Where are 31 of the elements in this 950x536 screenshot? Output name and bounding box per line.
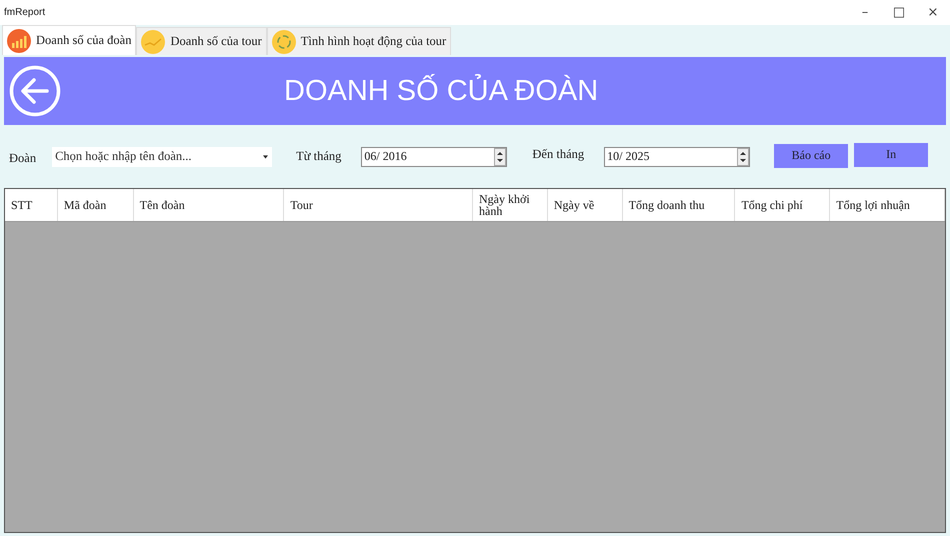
spinner-icon <box>737 148 750 166</box>
column-header[interactable]: Tổng doanh thu <box>622 189 736 221</box>
spinner-icon <box>494 148 506 166</box>
window-title: fmReport <box>4 7 46 18</box>
column-header[interactable]: Tổng chi phí <box>735 189 830 221</box>
window-control-button[interactable]: – <box>848 2 882 24</box>
column-header[interactable]: Ngày khởi hành <box>473 189 548 221</box>
column-header[interactable]: Tổng lợi nhuận <box>830 189 945 221</box>
page-title: DOANH SỐ CỦA ĐOÀN <box>284 74 598 108</box>
tab[interactable]: Doanh số của đoàn <box>2 25 136 55</box>
from-month-label: Từ tháng <box>296 149 342 164</box>
column-header[interactable]: Ngày về <box>548 189 623 221</box>
column-header[interactable]: STT <box>5 189 58 221</box>
column-header[interactable]: Tour <box>284 189 473 221</box>
tab[interactable]: Tình hình hoạt động của tour <box>266 27 452 55</box>
print-button[interactable]: In <box>854 142 928 166</box>
report-button[interactable]: Báo cáo <box>774 144 848 168</box>
caret-icon <box>263 154 268 158</box>
group-combo-box[interactable]: Chọn hoặc nhập tên đoàn... <box>52 146 272 166</box>
window-control-button[interactable]: □ <box>882 2 916 24</box>
from-month-field[interactable]: 06/ 2016 <box>361 146 508 166</box>
column-header[interactable]: Mã đoàn <box>58 189 134 221</box>
bar-chart-icon <box>7 28 31 52</box>
cycle-icon <box>272 30 296 54</box>
group-label: Đoàn <box>9 151 36 166</box>
column-header[interactable]: Tên đoàn <box>134 189 284 221</box>
window-control-button[interactable]: × <box>916 2 950 24</box>
line-chart-icon <box>141 30 166 54</box>
to-month-label: Đến tháng <box>532 147 584 162</box>
to-month-field[interactable]: 10/ 2025 <box>604 146 750 166</box>
tab[interactable]: Doanh số của tour <box>136 27 267 55</box>
